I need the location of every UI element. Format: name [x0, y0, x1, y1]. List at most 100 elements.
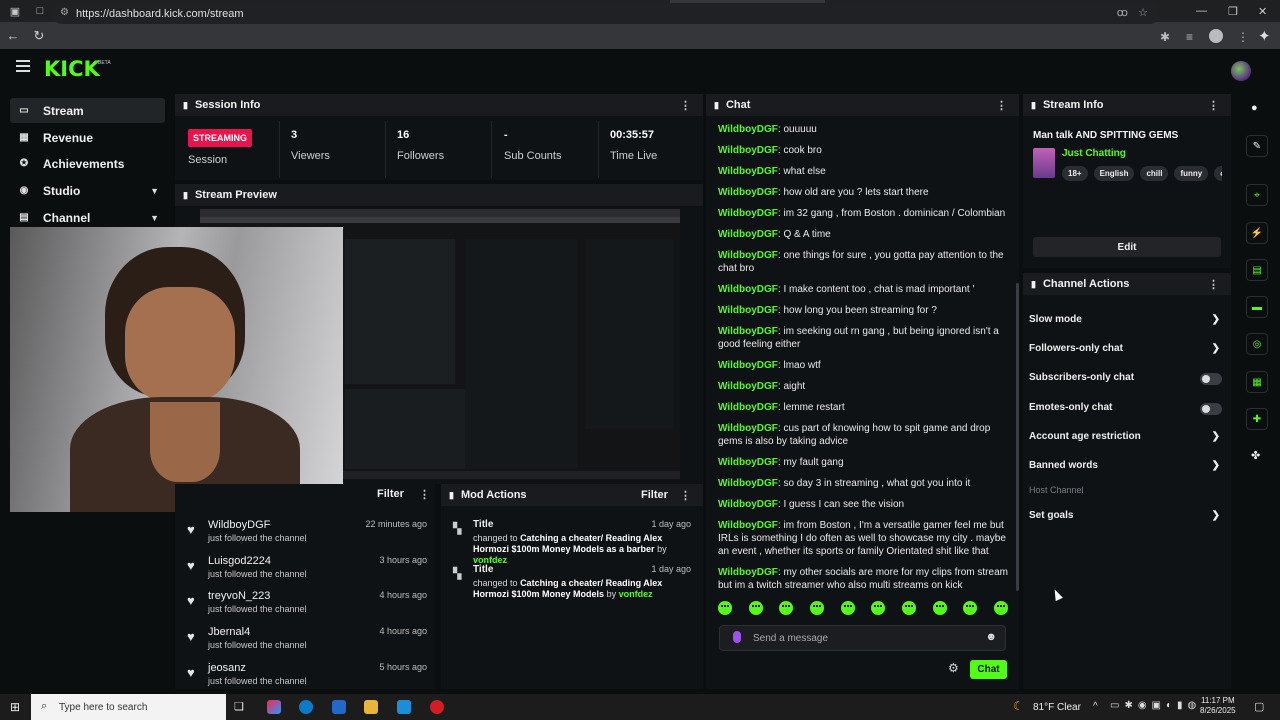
hamburger-menu-icon[interactable] [16, 60, 30, 75]
stream-tag[interactable]: chill [1140, 166, 1169, 181]
chat-username[interactable]: WildboyDGF [718, 499, 778, 510]
chat-username[interactable]: WildboyDGF [718, 145, 778, 156]
channel-action-item[interactable]: Slow mode ❯ [1029, 314, 1224, 334]
back-icon[interactable]: ← [0, 28, 26, 43]
wrench-icon[interactable]: ✚ [1246, 408, 1268, 430]
category-name[interactable]: Just Chatting [1062, 148, 1126, 159]
feed-filter-button[interactable]: Filter [377, 488, 404, 500]
maximize-icon[interactable]: ❐ [1228, 0, 1238, 22]
chat-username[interactable]: WildboyDGF [718, 402, 778, 413]
toggle-switch[interactable] [1200, 403, 1222, 415]
kebab-menu-icon[interactable]: ⋮ [680, 489, 691, 502]
kebab-menu-icon[interactable]: ⋮ [996, 99, 1007, 112]
chat-username[interactable]: WildboyDGF [718, 326, 778, 337]
user-avatar[interactable] [1231, 61, 1251, 81]
microphone-icon[interactable] [733, 631, 741, 643]
sidebar-item-stream[interactable]: ▭ Stream [10, 98, 165, 123]
chat-icon[interactable]: ▬ [1246, 296, 1268, 318]
extensions-icon[interactable]: ✱ [1160, 30, 1170, 44]
share-nodes-icon[interactable]: ✤ [1251, 449, 1260, 462]
chat-username[interactable]: WildboyDGF [718, 284, 778, 295]
emote-icon[interactable] [748, 601, 763, 615]
emoji-icon[interactable]: ☻ [985, 631, 997, 643]
tray-icons[interactable]: ▭✱◉▣◐▮◍ [1110, 700, 1201, 711]
follower-name[interactable]: WildboyDGF [208, 519, 270, 531]
mod-filter-button[interactable]: Filter [641, 489, 668, 501]
site-info-icon[interactable]: ⚙ [60, 7, 69, 18]
follower-name[interactable]: jeosanz [208, 662, 246, 674]
chat-username[interactable]: WildboyDGF [718, 166, 778, 177]
kebab-menu-icon[interactable]: ⋮ [1208, 99, 1219, 112]
send-chat-button[interactable]: Chat [970, 660, 1007, 679]
kick-logo[interactable]: KICK [44, 57, 100, 81]
emote-icon[interactable] [963, 601, 978, 615]
kebab-menu-icon[interactable]: ⋮ [680, 99, 691, 112]
sidebar-item-revenue[interactable]: ▦ Revenue [10, 125, 165, 150]
taskbar-search[interactable]: ⌕ Type here to search [31, 694, 226, 720]
notifications-icon[interactable]: ▢ [1254, 700, 1264, 713]
taskbar-clock[interactable]: 11:17 PM 8/26/2025 [1200, 696, 1236, 716]
chat-username[interactable]: WildboyDGF [718, 567, 778, 578]
window-menu-icon[interactable]: ▣ [0, 0, 30, 22]
translate-icon[interactable]: ꝏ [1117, 6, 1128, 19]
minimize-icon[interactable]: — [1196, 0, 1207, 22]
chat-username[interactable]: WildboyDGF [718, 520, 778, 531]
chat-username[interactable]: WildboyDGF [718, 360, 778, 371]
chat-username[interactable]: WildboyDGF [718, 250, 778, 261]
chat-username[interactable]: WildboyDGF [718, 457, 778, 468]
chat-username[interactable]: WildboyDGF [718, 478, 778, 489]
sidebar-item-achievements[interactable]: ✪ Achievements [10, 151, 165, 176]
reading-list-icon[interactable]: ≡ [1186, 30, 1193, 44]
file-explorer-icon[interactable] [364, 700, 378, 714]
follower-name[interactable]: Luisgod2224 [208, 555, 271, 567]
chat-username[interactable]: WildboyDGF [718, 381, 778, 392]
toggle-switch[interactable] [1200, 373, 1222, 385]
chrome-icon[interactable] [430, 700, 444, 714]
layout-icon[interactable]: ▦ [1246, 371, 1268, 393]
copilot-icon[interactable] [267, 700, 281, 714]
browser-menu-icon[interactable]: ⋮ [1237, 30, 1249, 44]
store-icon[interactable] [332, 700, 346, 714]
chat-username[interactable]: WildboyDGF [718, 187, 778, 198]
reload-icon[interactable]: ↻ [26, 28, 52, 44]
gemini-icon[interactable]: ✦ [1258, 27, 1271, 45]
emote-icon[interactable] [840, 601, 855, 615]
info-icon[interactable]: ● [1251, 102, 1258, 114]
task-view-icon[interactable]: ❏ [234, 700, 244, 713]
taskbar-weather[interactable]: 81°F Clear [1033, 702, 1081, 713]
emote-icon[interactable] [718, 601, 732, 615]
sidebar-item-studio[interactable]: ◉ Studio ▼ [10, 178, 165, 203]
url-input[interactable]: ⚙ https://dashboard.kick.com/stream ꝏ ☆ [52, 3, 1160, 24]
broadcast-waves-icon[interactable]: ◎ [1246, 333, 1268, 355]
emote-icon[interactable] [779, 601, 794, 615]
channel-action-item[interactable]: Subscribers-only chat [1029, 372, 1224, 392]
chat-username[interactable]: WildboyDGF [718, 305, 778, 316]
stream-tag[interactable]: che [1214, 166, 1222, 181]
edge-icon[interactable] [299, 700, 313, 714]
close-window-icon[interactable]: ✕ [1258, 0, 1267, 22]
chat-username[interactable]: WildboyDGF [718, 124, 778, 135]
tray-chevron-icon[interactable]: ^ [1093, 701, 1098, 712]
follower-name[interactable]: treyvoN_223 [208, 590, 270, 602]
chat-username[interactable]: WildboyDGF [718, 208, 778, 219]
channel-action-item[interactable]: Set goals ❯ [1029, 510, 1224, 530]
scan-icon[interactable]: ⌖ [1246, 184, 1268, 206]
moderator-name[interactable]: vonfdez [619, 589, 653, 599]
kebab-menu-icon[interactable]: ⋮ [419, 488, 430, 501]
windows-start-icon[interactable]: ⊞ [10, 700, 20, 714]
lightning-icon[interactable]: ⚡ [1246, 222, 1268, 244]
outlook-icon[interactable] [397, 700, 411, 714]
chat-settings-gear-icon[interactable]: ⚙ [948, 661, 959, 675]
chat-scrollbar[interactable] [1016, 283, 1019, 591]
channel-action-item[interactable]: Account age restriction ❯ [1029, 431, 1224, 451]
edit-stream-info-button[interactable]: Edit [1033, 237, 1221, 257]
tab-actions-icon[interactable]: □ [30, 0, 50, 22]
emote-icon[interactable] [932, 601, 947, 615]
channel-action-item[interactable]: Emotes-only chat [1029, 402, 1224, 422]
notes-icon[interactable]: ▤ [1246, 259, 1268, 281]
emote-icon[interactable] [809, 601, 824, 615]
emote-icon[interactable] [901, 601, 916, 615]
chat-username[interactable]: WildboyDGF [718, 229, 778, 240]
kebab-menu-icon[interactable]: ⋮ [1208, 278, 1219, 291]
pencil-icon[interactable]: ✎ [1246, 135, 1268, 157]
